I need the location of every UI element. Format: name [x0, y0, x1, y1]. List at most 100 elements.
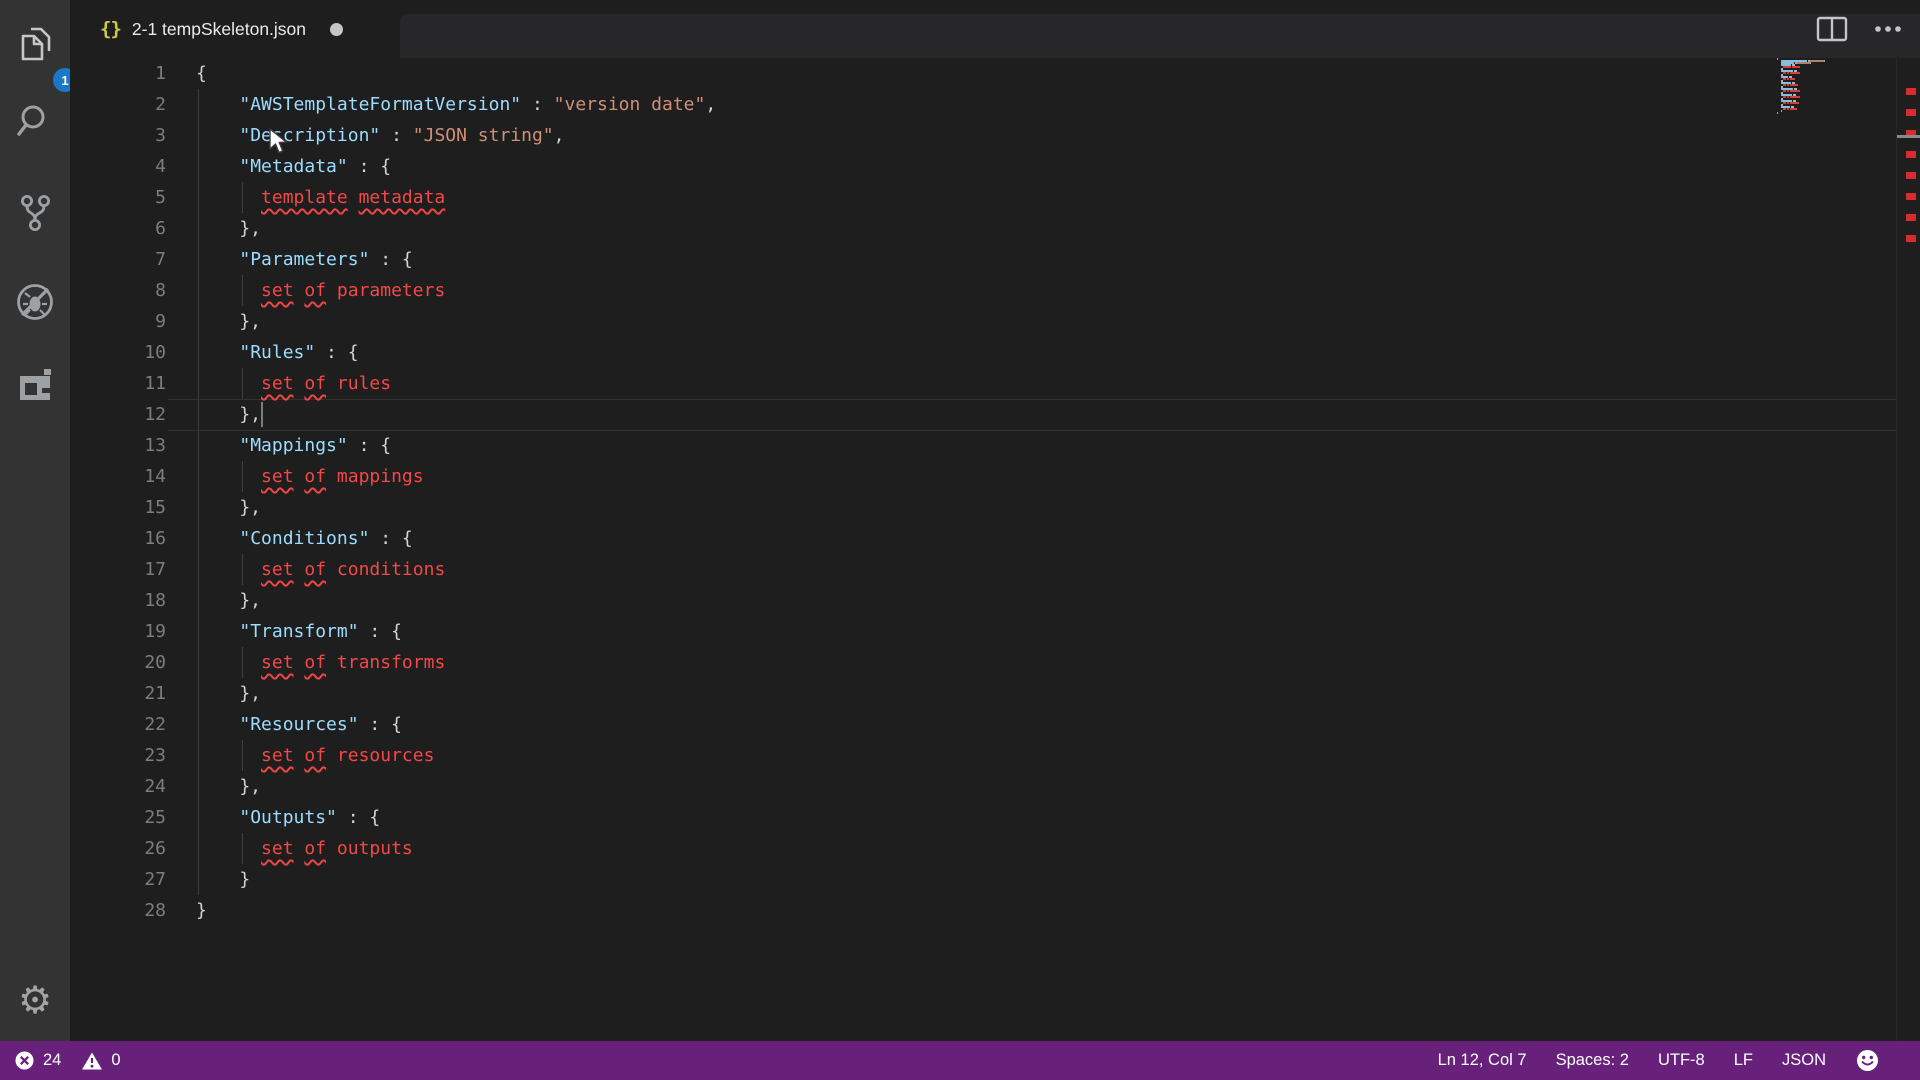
sidebar-item-search[interactable]: [13, 99, 57, 143]
dirty-dot-icon[interactable]: [330, 23, 343, 36]
code-line-24: },: [196, 771, 261, 802]
eol-status[interactable]: LF: [1734, 1051, 1753, 1070]
indent-guide: [242, 275, 243, 306]
code-line-26: set of outputs: [196, 833, 413, 864]
minimap-line: [1790, 72, 1800, 74]
sidebar-item-debug[interactable]: [13, 280, 57, 324]
mouse-cursor-icon: [268, 128, 294, 158]
error-count: 24: [43, 1051, 61, 1070]
manage-button[interactable]: ⚙: [13, 978, 57, 1022]
code-line-10: "Rules" : {: [196, 337, 359, 368]
overview-ruler-error-mark: [1906, 235, 1916, 242]
indentation-status[interactable]: Spaces: 2: [1556, 1051, 1629, 1070]
minimap-line: [1792, 66, 1800, 68]
code-line-19: "Transform" : {: [196, 616, 402, 647]
current-line-border: [168, 430, 1896, 431]
extensions-icon: [13, 363, 57, 407]
minimap-line: [1783, 96, 1786, 98]
sidebar-item-source-control[interactable]: [13, 191, 57, 235]
cursor-position-status[interactable]: Ln 12, Col 7: [1438, 1051, 1527, 1070]
overview-ruler-cursor-mark: [1897, 135, 1920, 138]
code-line-14: set of mappings: [196, 461, 424, 492]
more-actions-icon[interactable]: [1874, 25, 1902, 33]
indent-guide: [242, 461, 243, 492]
code-line-16: "Conditions" : {: [196, 523, 413, 554]
minimap-line: [1783, 72, 1786, 74]
overview-ruler-error-mark: [1906, 88, 1916, 95]
minimap-line: [1777, 58, 1778, 60]
minimap-line: [1790, 84, 1798, 86]
line-number: 21: [70, 678, 166, 709]
minimap-line: [1790, 102, 1799, 104]
line-number: 14: [70, 461, 166, 492]
gear-icon: ⚙: [18, 981, 52, 1019]
line-number: 18: [70, 585, 166, 616]
line-number: 23: [70, 740, 166, 771]
editor-actions: [1816, 14, 1902, 44]
line-number: 13: [70, 430, 166, 461]
line-number: 27: [70, 864, 166, 895]
minimap-line: [1783, 108, 1786, 110]
minimap-line: [1787, 102, 1789, 104]
minimap-line: [1787, 90, 1789, 92]
files-icon: [13, 22, 57, 66]
minimap[interactable]: [1777, 58, 1896, 128]
warning-count: 0: [111, 1051, 120, 1070]
text-caret: [261, 402, 263, 427]
line-number: 20: [70, 647, 166, 678]
line-number: 15: [70, 492, 166, 523]
code-line-17: set of conditions: [196, 554, 445, 585]
line-number: 28: [70, 895, 166, 926]
indent-guide: [242, 740, 243, 771]
overview-ruler-error-mark: [1906, 214, 1916, 221]
line-number: 7: [70, 244, 166, 275]
code-line-11: set of rules: [196, 368, 391, 399]
problems-status[interactable]: 24 0: [0, 1050, 121, 1071]
minimap-line: [1783, 84, 1786, 86]
tab-title: 2-1 tempSkeleton.json: [132, 19, 306, 40]
line-number: 4: [70, 151, 166, 182]
code-line-9: },: [196, 306, 261, 337]
code-line-2: "AWSTemplateFormatVersion" : "version da…: [196, 89, 716, 120]
line-number: 2: [70, 89, 166, 120]
indent-guide: [242, 647, 243, 678]
minimap-line: [1777, 112, 1778, 114]
line-number: 26: [70, 833, 166, 864]
line-number: 1: [70, 58, 166, 89]
code-line-13: "Mappings" : {: [196, 430, 391, 461]
minimap-line: [1787, 96, 1789, 98]
split-editor-icon[interactable]: [1816, 16, 1848, 42]
language-mode-status[interactable]: JSON: [1782, 1051, 1826, 1070]
sidebar-item-explorer[interactable]: 1: [13, 22, 57, 66]
code-line-21: },: [196, 678, 261, 709]
source-control-icon: [13, 191, 57, 235]
minimap-line: [1783, 90, 1786, 92]
code-line-7: "Parameters" : {: [196, 244, 413, 275]
minimap-line: [1787, 78, 1789, 80]
line-number: 19: [70, 616, 166, 647]
encoding-status[interactable]: UTF-8: [1658, 1051, 1705, 1070]
line-number: 10: [70, 337, 166, 368]
code-line-15: },: [196, 492, 261, 523]
json-file-icon: {}: [100, 18, 121, 40]
line-number: 25: [70, 802, 166, 833]
code-line-6: },: [196, 213, 261, 244]
feedback-smiley-icon[interactable]: [1855, 1048, 1880, 1073]
minimap-divider: [1896, 58, 1897, 1041]
status-right-group: Ln 12, Col 7 Spaces: 2 UTF-8 LF JSON: [1438, 1048, 1920, 1073]
minimap-line: [1787, 108, 1789, 110]
minimap-line: [1824, 60, 1825, 62]
editor-pane[interactable]: 1234567891011121314151617181920212223242…: [70, 58, 1920, 1041]
indent-guide: [242, 554, 243, 585]
tab-bar: {} 2-1 tempSkeleton.json: [70, 0, 1920, 58]
minimap-line: [1781, 110, 1782, 112]
vscode-window: 1: [0, 0, 1920, 1080]
tab-tempskeleton-json[interactable]: {} 2-1 tempSkeleton.json: [70, 0, 400, 58]
line-number: 5: [70, 182, 166, 213]
debug-icon: [13, 280, 57, 324]
overview-ruler-error-mark: [1906, 151, 1916, 158]
sidebar-item-extensions[interactable]: [13, 363, 57, 407]
minimap-line: [1790, 78, 1795, 80]
code-line-25: "Outputs" : {: [196, 802, 380, 833]
indent-guide: [242, 368, 243, 399]
